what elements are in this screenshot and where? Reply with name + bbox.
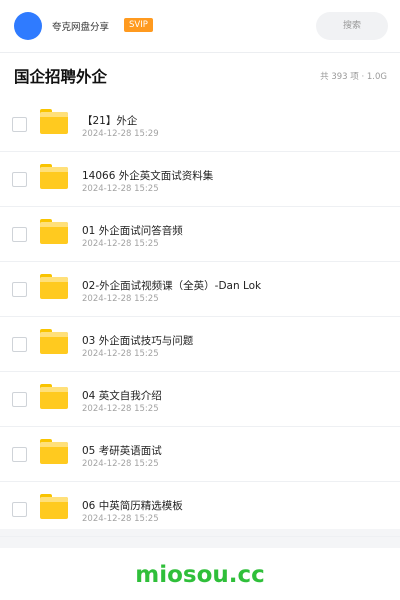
file-list: 【21】外企 2024-12-28 15:29 14066 外企英文面试资料集 …	[0, 97, 400, 537]
checkbox[interactable]	[12, 447, 27, 462]
folder-icon	[40, 329, 68, 354]
file-date: 2024-12-28 15:25	[82, 349, 159, 359]
list-item[interactable]: 02-外企面试视频课（全英）-Dan Lok 2024-12-28 15:25	[0, 262, 400, 317]
checkbox[interactable]	[12, 172, 27, 187]
avatar[interactable]	[14, 12, 42, 40]
folder-icon	[40, 219, 68, 244]
search-button[interactable]: 搜索	[316, 12, 388, 40]
list-item[interactable]: 14066 外企英文面试资料集 2024-12-28 15:25	[0, 152, 400, 207]
folder-icon	[40, 439, 68, 464]
file-name: 03 外企面试技巧与问题	[82, 335, 194, 347]
file-name: 14066 外企英文面试资料集	[82, 170, 214, 182]
page-title: 国企招聘外企	[14, 68, 108, 86]
folder-icon	[40, 164, 68, 189]
file-date: 2024-12-28 15:25	[82, 239, 159, 249]
file-name: 【21】外企	[82, 115, 138, 127]
folder-icon	[40, 274, 68, 299]
folder-icon	[40, 109, 68, 134]
checkbox[interactable]	[12, 282, 27, 297]
file-name: 04 英文自我介绍	[82, 390, 162, 402]
checkbox[interactable]	[12, 502, 27, 517]
folder-icon	[40, 494, 68, 519]
list-item[interactable]: 03 外企面试技巧与问题 2024-12-28 15:25	[0, 317, 400, 372]
checkbox[interactable]	[12, 117, 27, 132]
file-date: 2024-12-28 15:29	[82, 129, 159, 139]
checkbox[interactable]	[12, 392, 27, 407]
folder-icon	[40, 384, 68, 409]
checkbox[interactable]	[12, 337, 27, 352]
svip-badge: SVIP	[124, 18, 153, 32]
list-item[interactable]: 【21】外企 2024-12-28 15:29	[0, 97, 400, 152]
username: 夸克网盘分享	[52, 22, 110, 33]
title-bar: 国企招聘外企 共 393 项 · 1.0G	[0, 53, 400, 98]
watermark: miosou.cc	[135, 562, 265, 588]
file-date: 2024-12-28 15:25	[82, 404, 159, 414]
item-count-size: 共 393 项 · 1.0G	[320, 72, 387, 82]
top-bar: 夸克网盘分享 SVIP 搜索	[0, 0, 400, 53]
checkbox[interactable]	[12, 227, 27, 242]
file-date: 2024-12-28 15:25	[82, 459, 159, 469]
file-name: 06 中英简历精选模板	[82, 500, 183, 512]
file-date: 2024-12-28 15:25	[82, 294, 159, 304]
list-item[interactable]: 06 中英简历精选模板 2024-12-28 15:25	[0, 482, 400, 537]
file-name: 05 考研英语面试	[82, 445, 162, 457]
list-item[interactable]: 04 英文自我介绍 2024-12-28 15:25	[0, 372, 400, 427]
list-item[interactable]: 05 考研英语面试 2024-12-28 15:25	[0, 427, 400, 482]
file-name: 01 外企面试问答音频	[82, 225, 183, 237]
file-name: 02-外企面试视频课（全英）-Dan Lok	[82, 280, 262, 292]
bottom-area: miosou.cc	[0, 548, 400, 600]
list-item[interactable]: 01 外企面试问答音频 2024-12-28 15:25	[0, 207, 400, 262]
file-date: 2024-12-28 15:25	[82, 514, 159, 524]
file-date: 2024-12-28 15:25	[82, 184, 159, 194]
